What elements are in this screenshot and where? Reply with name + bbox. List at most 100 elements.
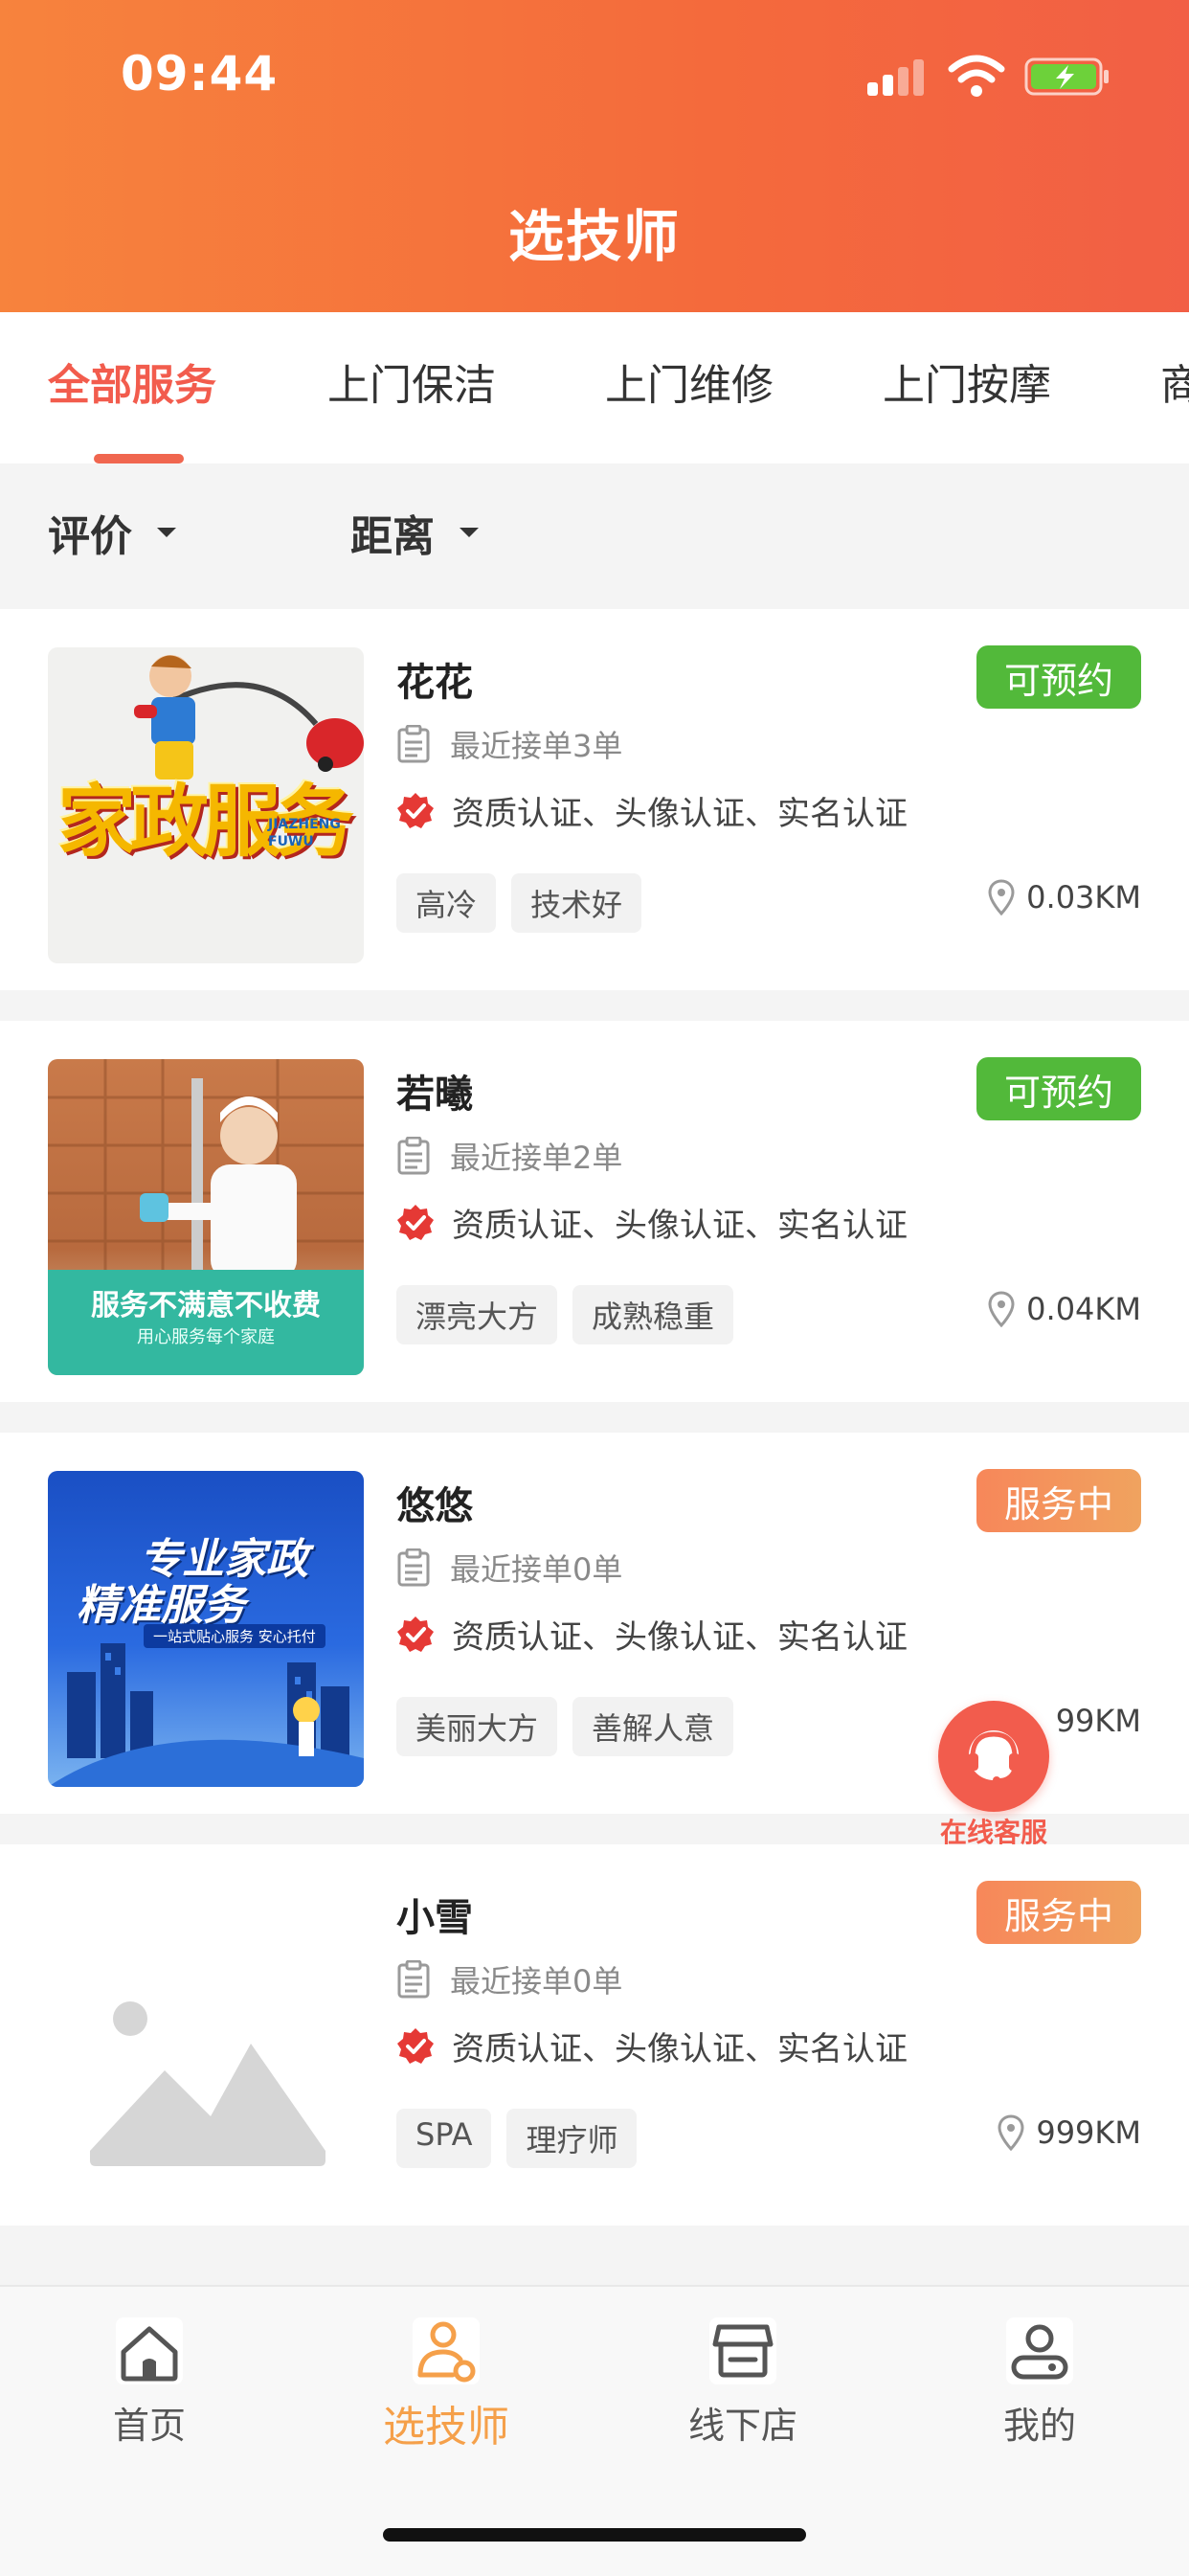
- recent-orders-text: 最近接单0单: [450, 1551, 623, 1588]
- tag: 高冷: [396, 873, 497, 933]
- technician-card[interactable]: 小雪 服务中 最近接单0单 资质认证、头像认证、实名认证 SPA 理疗师 999…: [0, 1844, 1189, 2226]
- app-header: 09:44 选技师: [0, 0, 1189, 312]
- document-icon: [397, 1137, 430, 1175]
- tag: 善解人意: [572, 1697, 734, 1756]
- image-placeholder-icon: [48, 1883, 364, 2199]
- customer-service-button[interactable]: [938, 1701, 1049, 1812]
- technician-photo: 家政服务 JIAZHENG FUWU: [48, 647, 364, 963]
- distance-text: 99KM: [1055, 1703, 1141, 1739]
- status-badge: 可预约: [976, 645, 1141, 709]
- tag-list: SPA 理疗师: [396, 2109, 638, 2168]
- location-pin-icon: [998, 2114, 1024, 2151]
- distance-text: 999KM: [1036, 2114, 1141, 2151]
- document-icon: [397, 725, 430, 763]
- recent-orders-text: 最近接单2单: [450, 1140, 623, 1176]
- caret-down-icon: [460, 528, 479, 537]
- nav-technicians[interactable]: 选技师: [350, 2316, 542, 2453]
- certifications: 资质认证、头像认证、实名认证: [396, 1199, 908, 1246]
- distance-text: 0.03KM: [1026, 879, 1141, 915]
- battery-icon: [1024, 57, 1109, 96]
- home-indicator: [383, 2528, 806, 2542]
- technician-card[interactable]: 服务不满意不收费 用心服务每个家庭 若曦 可预约 最近接单2单 资质认证、头像认…: [0, 1021, 1189, 1402]
- document-icon: [397, 1548, 430, 1587]
- tag: 成熟稳重: [572, 1285, 734, 1344]
- recent-orders-text: 最近接单0单: [450, 1963, 623, 2000]
- headset-icon: [968, 1730, 1020, 1784]
- certifications-text: 资质认证、头像认证、实名认证: [452, 1207, 908, 1245]
- recent-orders: 最近接单2单: [396, 1134, 622, 1178]
- technician-card[interactable]: 家政服务 JIAZHENG FUWU 花花 可预约 最近接单3单 资质认证、头像…: [0, 609, 1189, 990]
- distance: 99KM: [1056, 1703, 1141, 1739]
- filter-distance-label: 距离: [350, 512, 435, 561]
- tag: 技术好: [511, 873, 642, 933]
- document-icon: [397, 1960, 430, 1999]
- wifi-icon: [948, 55, 1005, 97]
- certifications: 资质认证、头像认证、实名认证: [396, 2022, 908, 2069]
- recent-orders: 最近接单0单: [396, 1957, 622, 2001]
- verified-badge-icon: [397, 1616, 434, 1652]
- filter-rating-label: 评价: [48, 512, 132, 561]
- active-tab-indicator: [94, 454, 184, 463]
- certifications-text: 资质认证、头像认证、实名认证: [452, 795, 908, 833]
- technician-icon: [413, 2317, 480, 2384]
- tag-list: 美丽大方 善解人意: [396, 1697, 734, 1756]
- status-badge: 服务中: [976, 1469, 1141, 1532]
- photo-title-2: 精准服务: [77, 1581, 245, 1630]
- filter-bar: 评价 距离: [0, 463, 1189, 609]
- nav-stores[interactable]: 线下店: [647, 2316, 839, 2449]
- verified-badge-icon: [397, 1204, 434, 1240]
- tab-all-services[interactable]: 全部服务: [48, 350, 216, 412]
- page-title: 选技师: [507, 204, 681, 269]
- customer-service-label[interactable]: 在线客服: [919, 1812, 1068, 1850]
- technician-name: 小雪: [396, 1896, 473, 1940]
- distance: 0.03KM: [988, 879, 1141, 915]
- tag: SPA: [396, 2109, 492, 2168]
- nav-profile-label: 我的: [1002, 2405, 1076, 2447]
- tag-list: 高冷 技术好: [396, 873, 642, 933]
- recent-orders-text: 最近接单3单: [450, 728, 623, 764]
- home-icon: [116, 2317, 183, 2384]
- photo-subtitle: 一站式贴心服务 安心托付: [144, 1624, 325, 1648]
- distance: 999KM: [998, 2114, 1141, 2151]
- recent-orders: 最近接单3单: [396, 722, 622, 766]
- tag-list: 漂亮大方 成熟稳重: [396, 1285, 734, 1344]
- status-badge: 服务中: [976, 1881, 1141, 1944]
- distance: 0.04KM: [988, 1291, 1141, 1327]
- certifications-text: 资质认证、头像认证、实名认证: [452, 2030, 908, 2068]
- tag: 美丽大方: [396, 1697, 558, 1756]
- tab-home-massage[interactable]: 上门按摩: [883, 350, 1051, 412]
- nav-technicians-label: 选技师: [383, 2403, 509, 2452]
- distance-text: 0.04KM: [1026, 1291, 1141, 1327]
- verified-badge-icon: [397, 792, 434, 828]
- cellular-signal-icon: [867, 57, 929, 96]
- store-icon: [709, 2317, 776, 2384]
- certifications: 资质认证、头像认证、实名认证: [396, 1611, 908, 1658]
- status-badge: 可预约: [976, 1057, 1141, 1120]
- status-time: 09:44: [121, 46, 279, 102]
- nav-stores-label: 线下店: [687, 2405, 797, 2447]
- profile-icon: [1006, 2317, 1073, 2384]
- technician-name: 花花: [396, 661, 473, 705]
- nav-home[interactable]: 首页: [54, 2316, 245, 2449]
- photo-subtitle: JIAZHENG FUWU: [268, 817, 341, 849]
- location-pin-icon: [988, 1291, 1015, 1327]
- technician-name: 若曦: [396, 1073, 473, 1117]
- nav-profile[interactable]: 我的: [944, 2316, 1135, 2449]
- tag: 理疗师: [506, 2109, 638, 2168]
- filter-distance[interactable]: 距离: [350, 502, 479, 563]
- certifications-text: 资质认证、头像认证、实名认证: [452, 1618, 908, 1657]
- tag: 漂亮大方: [396, 1285, 558, 1344]
- tab-home-repair[interactable]: 上门维修: [605, 350, 774, 412]
- nav-home-label: 首页: [112, 2405, 186, 2447]
- tab-home-cleaning[interactable]: 上门保洁: [327, 350, 496, 412]
- photo-subtitle: 用心服务每个家庭: [137, 1327, 275, 1347]
- certifications: 资质认证、头像认证、实名认证: [396, 787, 908, 834]
- photo-title: 服务不满意不收费: [91, 1289, 321, 1322]
- category-tabs: 全部服务 上门保洁 上门维修 上门按摩 商: [0, 312, 1189, 463]
- caret-down-icon: [157, 528, 176, 537]
- recent-orders: 最近接单0单: [396, 1546, 622, 1590]
- tab-more[interactable]: 商: [1160, 350, 1189, 412]
- location-pin-icon: [988, 879, 1015, 915]
- filter-rating[interactable]: 评价: [48, 502, 176, 563]
- verified-badge-icon: [397, 2027, 434, 2064]
